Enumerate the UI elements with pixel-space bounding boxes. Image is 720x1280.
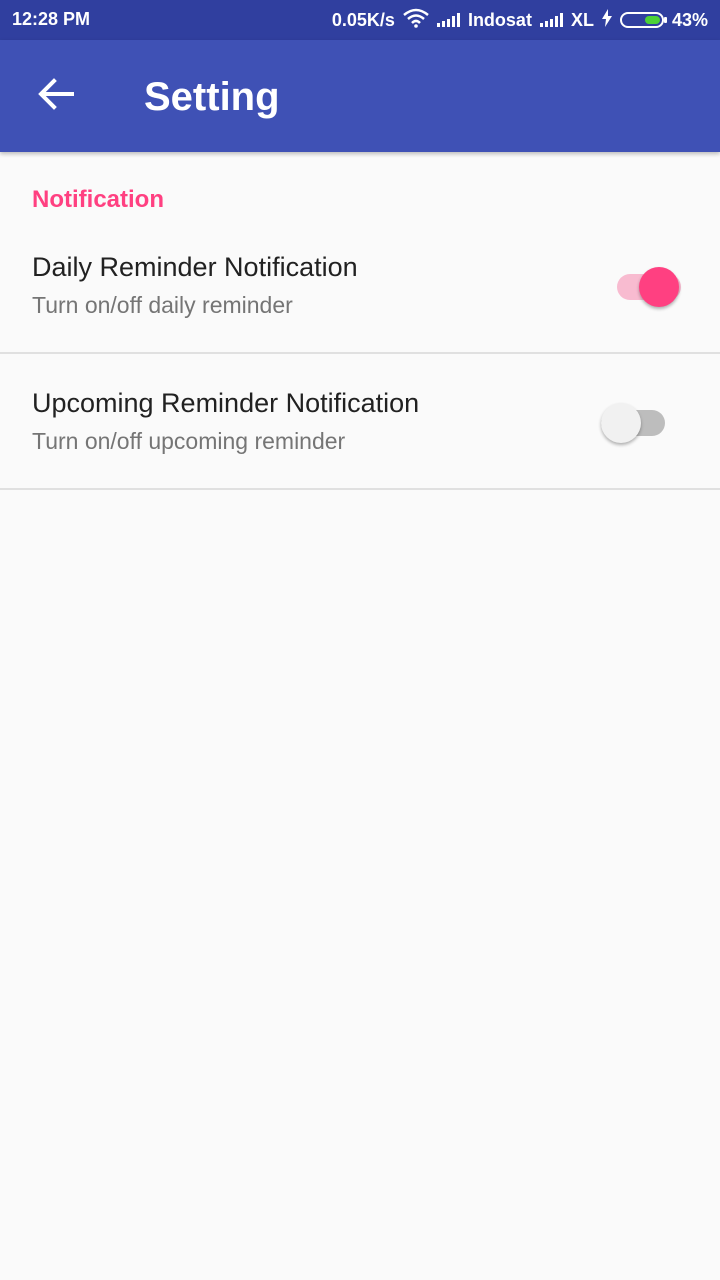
signal-icon bbox=[539, 13, 563, 27]
app-bar: Setting bbox=[0, 40, 720, 152]
carrier-name-1: Indosat bbox=[467, 9, 532, 30]
upcoming-reminder-switch[interactable] bbox=[601, 398, 671, 443]
signal-icon bbox=[436, 13, 460, 27]
wifi-icon bbox=[403, 8, 429, 33]
pref-title: Upcoming Reminder Notification bbox=[32, 388, 420, 418]
carrier-name-2: XL bbox=[570, 9, 594, 30]
status-bar: 12:28 PM 0.05K/s Indosat XL 43% bbox=[0, 0, 720, 40]
pref-upcoming-reminder[interactable]: Upcoming Reminder Notification Turn on/o… bbox=[0, 354, 720, 490]
pref-summary: Turn on/off upcoming reminder bbox=[32, 428, 346, 454]
pref-daily-reminder[interactable]: Daily Reminder Notification Turn on/off … bbox=[0, 218, 720, 354]
back-button[interactable] bbox=[26, 66, 86, 126]
divider bbox=[0, 488, 720, 490]
switch-thumb bbox=[601, 403, 641, 443]
battery-fill bbox=[644, 16, 660, 24]
battery-icon bbox=[619, 12, 667, 28]
status-time: 12:28 PM bbox=[12, 9, 91, 29]
charging-icon bbox=[601, 8, 612, 32]
pref-title: Daily Reminder Notification bbox=[32, 252, 358, 282]
daily-reminder-switch[interactable] bbox=[617, 262, 687, 307]
pref-summary: Turn on/off daily reminder bbox=[32, 292, 293, 318]
switch-thumb bbox=[639, 267, 679, 307]
arrow-back-icon bbox=[38, 77, 74, 115]
battery-percent: 43% bbox=[671, 9, 708, 30]
status-icons: 0.05K/s Indosat XL 43% bbox=[332, 0, 708, 40]
section-header-notification: Notification bbox=[32, 186, 164, 213]
network-speed: 0.05K/s bbox=[331, 9, 395, 30]
page-title: Setting bbox=[144, 75, 280, 119]
